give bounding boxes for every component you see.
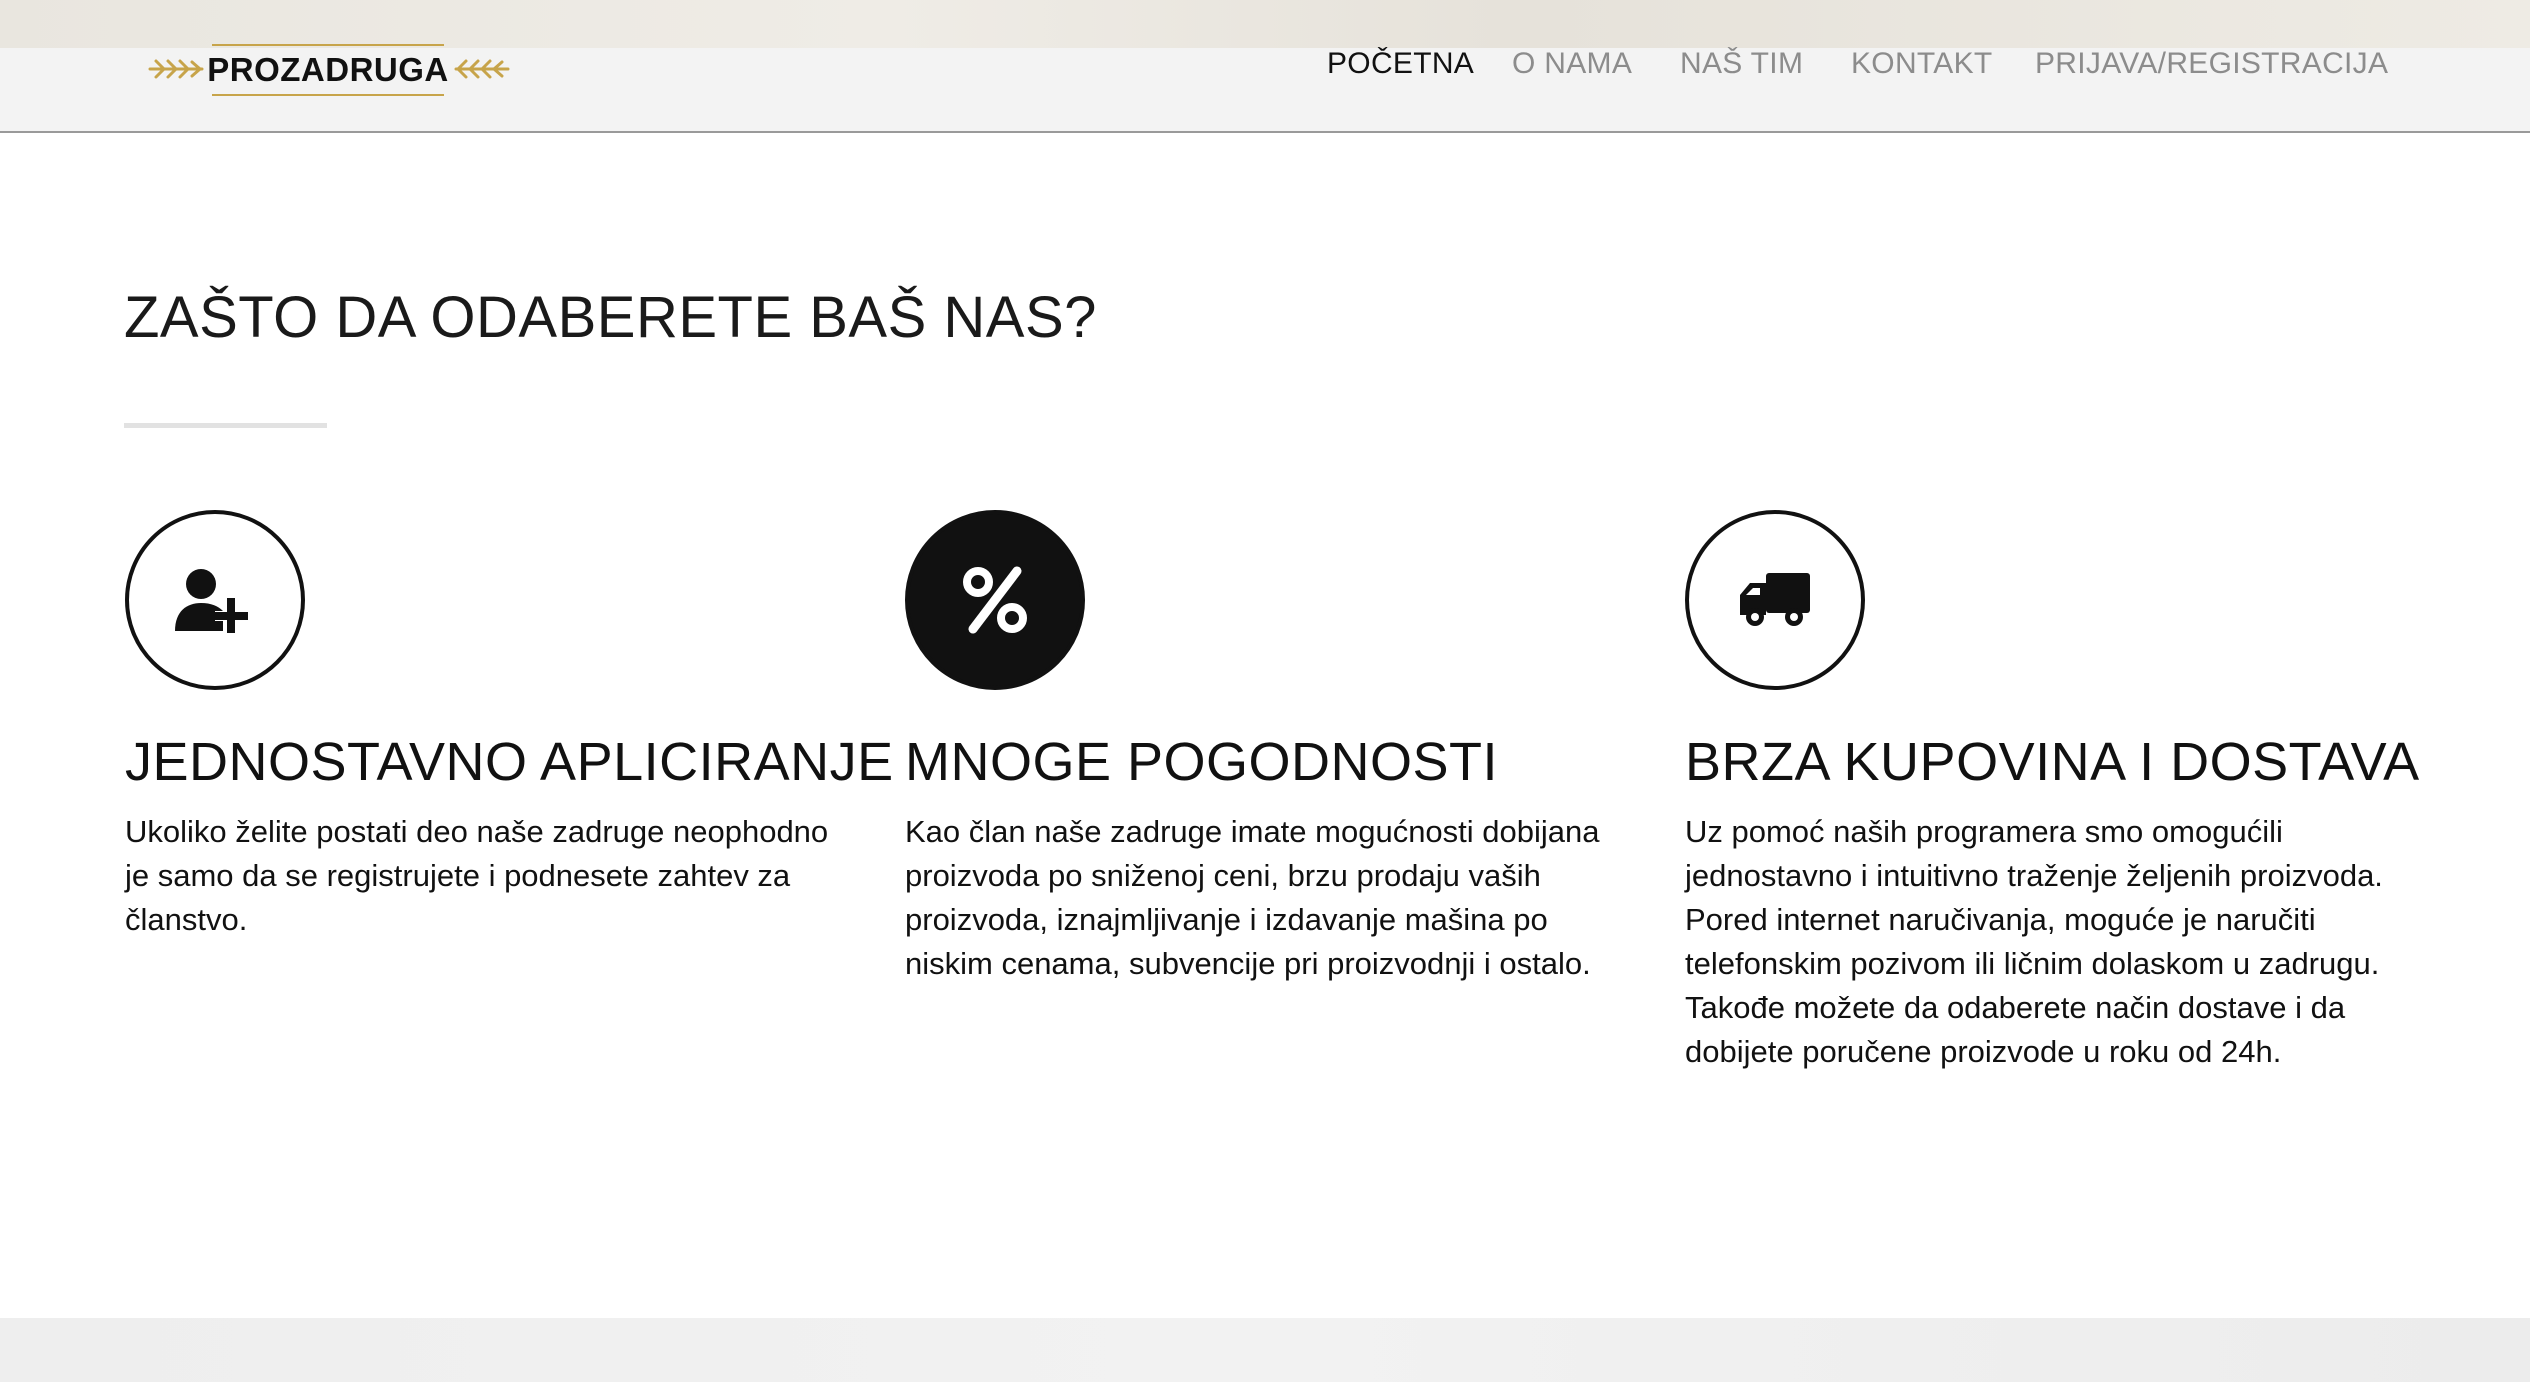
title-divider xyxy=(124,423,327,428)
feature-icon-circle xyxy=(1685,510,1865,690)
wheat-right-icon xyxy=(454,59,510,79)
feature-icon-circle xyxy=(125,510,305,690)
brand-logo[interactable]: PROZADRUGA xyxy=(148,44,510,96)
section-title: ZAŠTO DA ODABERETE BAŠ NAS? xyxy=(124,285,1097,350)
nav-item-prijava-registracija[interactable]: PRIJAVA/REGISTRACIJA xyxy=(2035,44,2388,84)
feature-title: JEDNOSTAVNO APLICIRANJE xyxy=(125,732,894,792)
nav-item-o-nama[interactable]: O NAMA xyxy=(1512,44,1632,84)
nav-item-kontakt[interactable]: KONTAKT xyxy=(1851,44,1993,84)
feature-card: BRZA KUPOVINA I DOSTAVA Uz pomoć naših p… xyxy=(1685,510,2425,1069)
nav-item-nas-tim[interactable]: NAŠ TIM xyxy=(1680,44,1803,84)
feature-icon-circle xyxy=(905,510,1085,690)
footer-band xyxy=(0,1318,2530,1382)
nav-item-pocetna[interactable]: POČETNA xyxy=(1327,44,1474,84)
wheat-left-icon xyxy=(148,59,204,79)
truck-icon xyxy=(1740,573,1810,626)
logo-frame: PROZADRUGA xyxy=(207,44,448,96)
header-background-strip xyxy=(0,0,2530,48)
feature-title: BRZA KUPOVINA I DOSTAVA xyxy=(1685,732,2420,792)
feature-card: MNOGE POGODNOSTI Kao član naše zadruge i… xyxy=(905,510,1645,981)
feature-description: Kao član naše zadruge imate mogućnosti d… xyxy=(905,814,1600,981)
feature-card: JEDNOSTAVNO APLICIRANJE Ukoliko želite p… xyxy=(125,510,893,937)
feature-description: Uz pomoć naših programera smo omogućili … xyxy=(1685,814,2383,1069)
user-plus-icon xyxy=(175,569,248,633)
navbar: PROZADRUGA POČETNA O NAMA NAŠ TIM KONTAK… xyxy=(0,44,2530,133)
feature-description: Ukoliko želite postati deo naše zadruge … xyxy=(125,814,829,937)
percent-icon xyxy=(963,566,1027,634)
feature-title: MNOGE POGODNOSTI xyxy=(905,732,1499,792)
logo-text: PROZADRUGA xyxy=(207,51,449,88)
